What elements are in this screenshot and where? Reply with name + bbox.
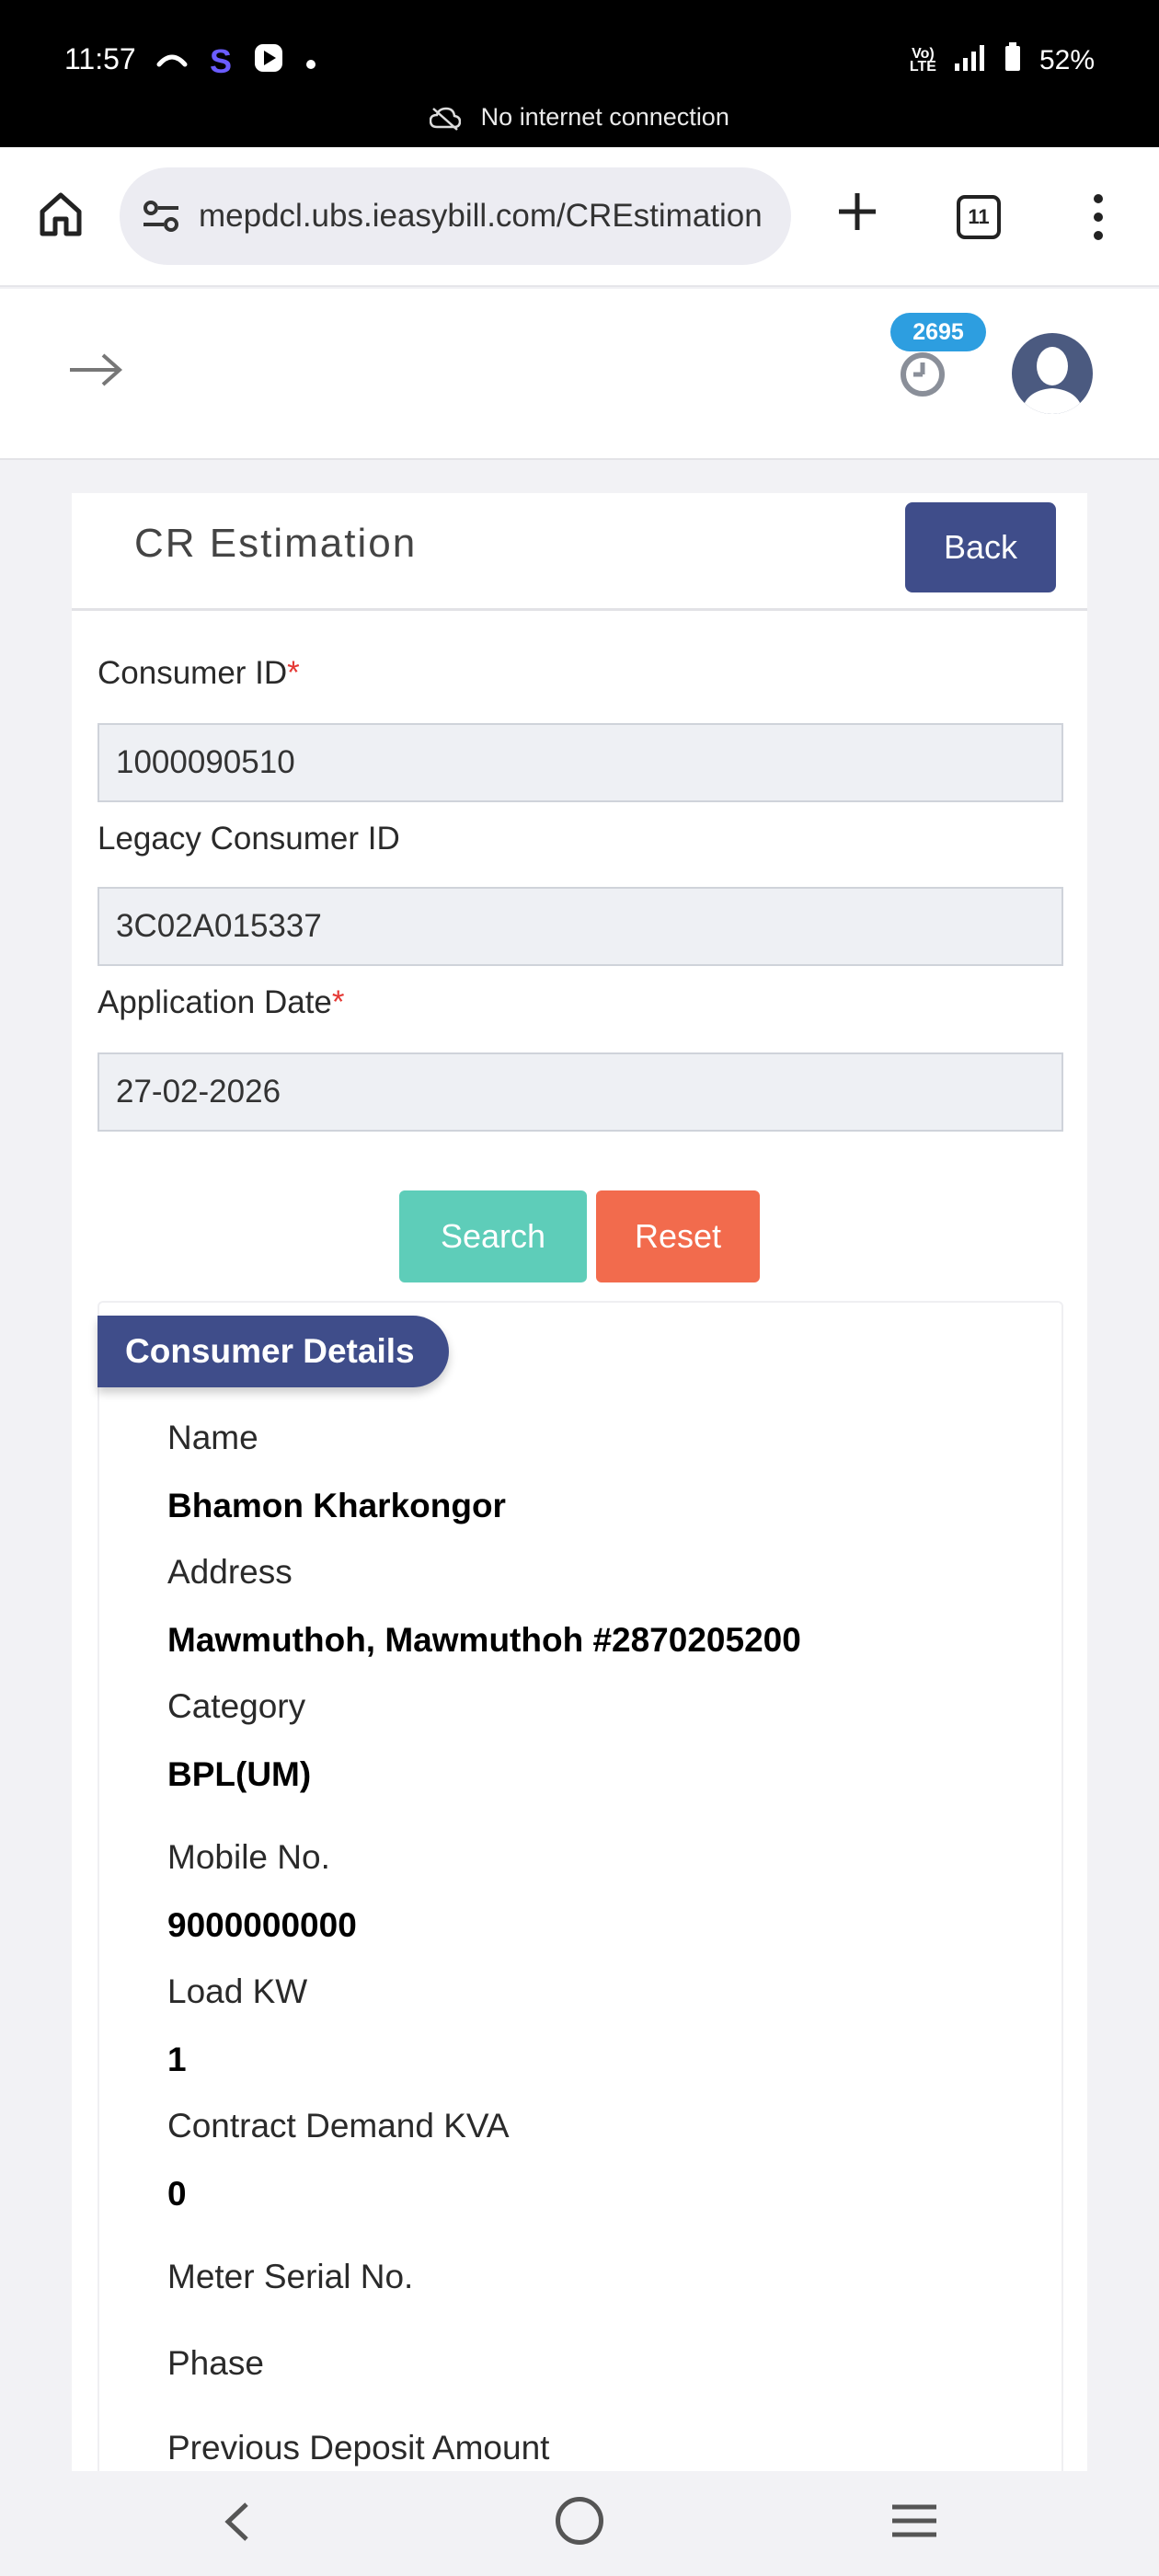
battery-icon bbox=[1004, 42, 1021, 79]
status-time: 11:57 bbox=[64, 42, 136, 75]
consumer-id-field[interactable] bbox=[98, 723, 1063, 802]
dot-icon bbox=[305, 46, 316, 77]
network-notice: No internet connection bbox=[0, 103, 1159, 132]
s-app-icon: S bbox=[210, 42, 233, 80]
detail-label-address: Address bbox=[167, 1553, 293, 1591]
detail-value-mobile: 9000000000 bbox=[167, 1906, 357, 1944]
status-right-icons: Vo) LTE 52% bbox=[910, 42, 1095, 79]
back-button[interactable]: Back bbox=[905, 502, 1056, 592]
browser-toolbar: mepdcl.ubs.ieasybill.com/CREstimation 11 bbox=[0, 147, 1159, 287]
nav-recents-button[interactable] bbox=[890, 2502, 938, 2544]
home-icon bbox=[40, 192, 82, 236]
search-button[interactable]: Search bbox=[399, 1190, 587, 1282]
detail-label-contract-demand: Contract Demand KVA bbox=[167, 2107, 510, 2145]
legacy-consumer-id-field[interactable] bbox=[98, 887, 1063, 966]
lte-icon: Vo) LTE bbox=[909, 46, 936, 75]
cloud-off-icon bbox=[429, 107, 462, 131]
chevron-left-icon bbox=[224, 2502, 248, 2541]
detail-label-previous-deposit: Previous Deposit Amount bbox=[167, 2429, 550, 2467]
menu-icon bbox=[892, 2504, 936, 2537]
detail-value-category: BPL(UM) bbox=[167, 1755, 312, 1793]
tab-switcher-button[interactable]: 11 bbox=[957, 195, 1001, 239]
application-date-label: Application Date* bbox=[98, 984, 345, 1020]
legacy-consumer-id-label: Legacy Consumer ID bbox=[98, 821, 400, 857]
more-vert-icon bbox=[1094, 194, 1103, 240]
address-bar[interactable]: mepdcl.ubs.ieasybill.com/CREstimation bbox=[120, 167, 791, 265]
play-app-icon bbox=[254, 43, 283, 80]
application-date-field[interactable] bbox=[98, 1052, 1063, 1132]
consumer-id-label: Consumer ID* bbox=[98, 655, 300, 691]
plus-icon bbox=[839, 193, 876, 230]
detail-label-meter-serial: Meter Serial No. bbox=[167, 2258, 414, 2295]
signal-icon bbox=[954, 43, 986, 78]
arrow-right-icon bbox=[70, 353, 123, 386]
call-icon bbox=[156, 46, 188, 77]
clock-icon[interactable] bbox=[898, 350, 947, 404]
detail-value-load: 1 bbox=[167, 2041, 187, 2078]
consumer-details-panel bbox=[98, 1301, 1063, 2497]
cr-estimation-card: CR Estimation Back Consumer ID* Legacy C… bbox=[72, 493, 1087, 2497]
card-header: CR Estimation Back bbox=[72, 493, 1087, 611]
status-notification-icons: S bbox=[156, 42, 316, 81]
browser-home-button[interactable] bbox=[35, 188, 86, 239]
detail-label-phase: Phase bbox=[167, 2344, 264, 2382]
detail-value-name: Bhamon Kharkongor bbox=[167, 1487, 506, 1524]
notification-badge: 2695 bbox=[890, 313, 986, 351]
user-avatar[interactable] bbox=[1012, 333, 1093, 414]
site-settings-icon[interactable] bbox=[140, 195, 182, 242]
battery-percent: 52% bbox=[1039, 45, 1095, 75]
nav-home-button[interactable] bbox=[556, 2497, 603, 2545]
new-tab-button[interactable] bbox=[832, 186, 883, 237]
detail-label-category: Category bbox=[167, 1687, 306, 1725]
page-title: CR Estimation bbox=[134, 521, 418, 566]
required-mark: * bbox=[287, 655, 300, 691]
app-header: 2695 bbox=[0, 289, 1159, 460]
detail-label-load: Load KW bbox=[167, 1972, 308, 2010]
browser-menu-button[interactable] bbox=[1084, 191, 1113, 243]
url-text: mepdcl.ubs.ieasybill.com/CREstimation bbox=[199, 198, 763, 234]
sidebar-toggle-button[interactable] bbox=[66, 348, 125, 392]
detail-label-mobile: Mobile No. bbox=[167, 1838, 330, 1876]
detail-value-address: Mawmuthoh, Mawmuthoh #2870205200 bbox=[167, 1621, 801, 1659]
required-mark: * bbox=[331, 984, 345, 1020]
reset-button[interactable]: Reset bbox=[596, 1190, 760, 1282]
detail-value-contract-demand: 0 bbox=[167, 2175, 187, 2213]
user-icon bbox=[1021, 347, 1084, 414]
nav-back-button[interactable] bbox=[221, 2499, 254, 2549]
system-nav-bar bbox=[0, 2471, 1159, 2576]
detail-label-name: Name bbox=[167, 1419, 258, 1456]
consumer-details-heading: Consumer Details bbox=[98, 1316, 449, 1387]
status-bar: 11:57 S Vo) LTE 52% No internet connectio… bbox=[0, 0, 1159, 147]
